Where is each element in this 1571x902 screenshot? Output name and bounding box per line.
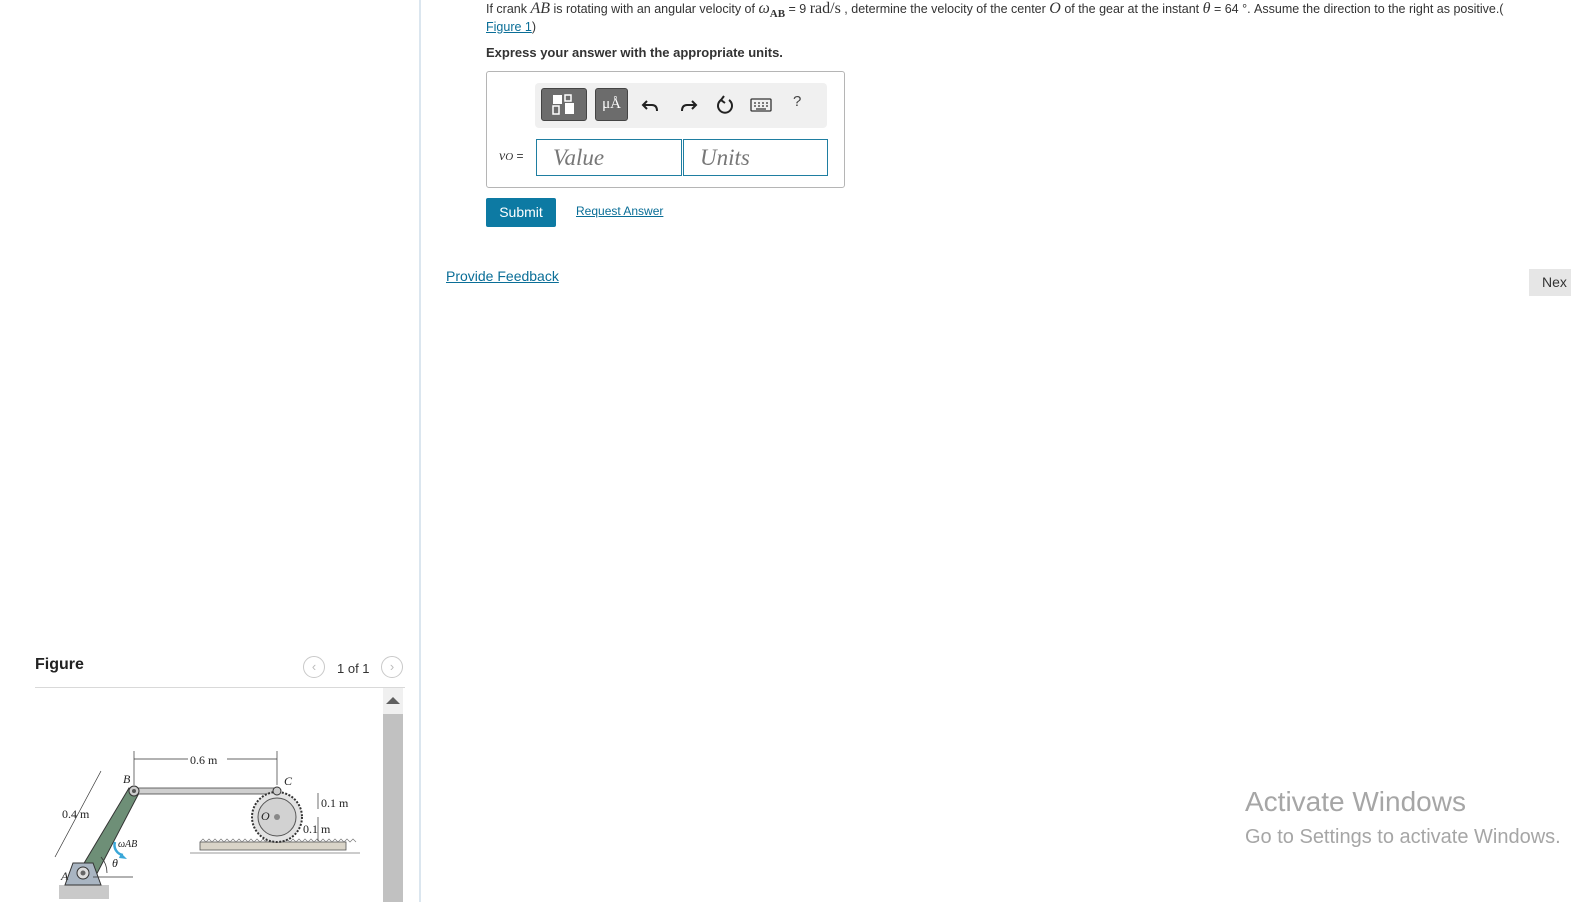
panel-divider [419,0,421,902]
figure-count: 1 of 1 [337,661,370,676]
dim-label-left: 0.4 m [62,807,90,821]
label-theta: θ [112,856,118,870]
activation-watermark-subtitle: Go to Settings to activate Windows. [1245,826,1561,848]
figure-title: Figure [35,656,84,673]
units-input[interactable]: Units [683,139,828,176]
question-text: If crank AB is rotating with an angular … [486,0,1504,34]
chevron-right-icon: › [389,659,395,674]
request-answer-link[interactable]: Request Answer [576,204,663,218]
provide-feedback-link[interactable]: Provide Feedback [446,268,559,284]
keyboard-icon[interactable] [750,98,772,112]
activation-watermark-title: Activate Windows [1245,786,1466,817]
figure-divider [35,687,405,688]
ground-support [59,885,109,899]
units-button[interactable]: μÅ [595,88,628,121]
crank-symbol: AB [530,0,551,17]
help-icon[interactable]: ? [793,93,801,110]
answer-instruction: Express your answer with the appropriate… [486,45,783,60]
label-omega-ab: ωAB [118,839,137,850]
answer-box: μÅ ? vO = Value Units [486,71,845,188]
units-placeholder: Units [700,145,750,170]
mechanism-figure: 0.6 m 0.4 m 0.1 m 0.1 m A B C O ωAB θ [54,751,360,899]
answer-variable-label: vO = [499,149,524,164]
dim-label-top: 0.6 m [190,753,218,767]
next-button[interactable]: Nex [1529,269,1571,296]
label-b: B [123,772,131,786]
templates-button[interactable] [541,88,587,121]
math-toolbar: μÅ ? [535,83,827,128]
value-input[interactable]: Value [536,139,682,176]
reset-icon[interactable] [715,95,735,115]
figure-link[interactable]: Figure 1 [486,20,532,34]
label-a: A [60,869,69,883]
link-bc [133,787,278,795]
chevron-left-icon: ‹ [311,659,317,674]
undo-icon[interactable] [641,95,661,115]
redo-icon[interactable] [678,95,698,115]
label-o: O [261,809,270,823]
scroll-up-arrow-icon[interactable] [386,697,400,704]
next-figure-button[interactable]: › [381,656,403,678]
gear-rack [199,841,347,851]
templates-icon [552,94,574,115]
scrollbar-thumb[interactable] [383,714,403,902]
value-placeholder: Value [553,145,605,170]
submit-button[interactable]: Submit [486,198,556,227]
previous-figure-button[interactable]: ‹ [303,656,325,678]
dim-label-right-1: 0.1 m [321,796,349,810]
label-c: C [284,774,293,788]
dim-label-right-2: 0.1 m [303,822,331,836]
